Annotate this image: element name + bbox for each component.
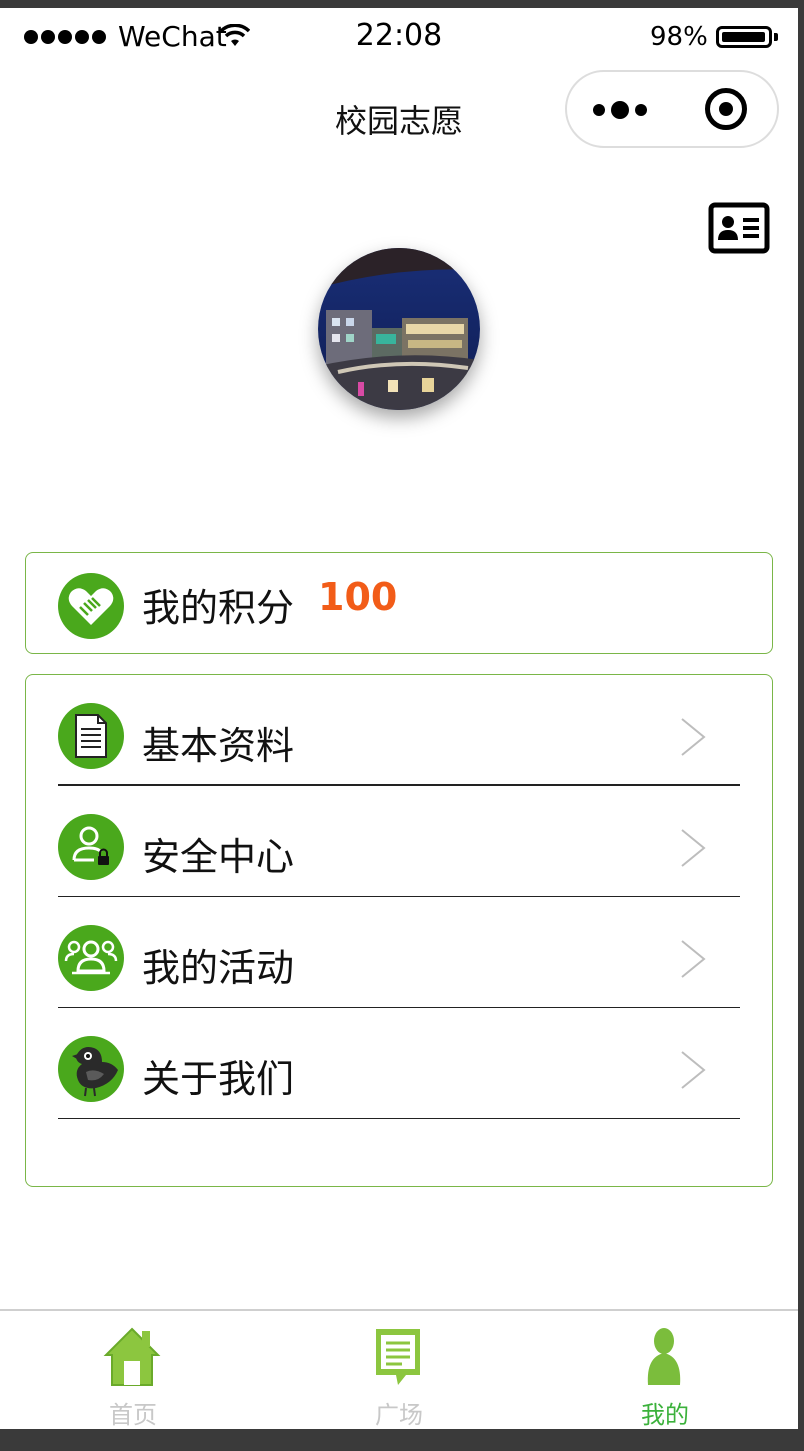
home-icon (103, 1327, 161, 1386)
tab-label: 我的 (641, 1401, 689, 1429)
close-mini-program-button[interactable] (705, 88, 747, 130)
document-icon (58, 703, 124, 769)
mini-program-capsule (565, 70, 779, 148)
points-label: 我的积分 (142, 586, 295, 630)
tab-home[interactable]: 首页 (0, 1311, 266, 1429)
window-frame-bottom (0, 1429, 804, 1451)
tab-bar: 首页 广场 我的 (0, 1309, 798, 1429)
user-lock-icon (58, 814, 124, 880)
menu-item-label: 基本资料 (142, 724, 295, 768)
points-value: 100 (318, 575, 398, 619)
tab-label: 广场 (375, 1401, 423, 1429)
avatar[interactable] (318, 248, 480, 410)
more-options-button[interactable] (593, 101, 647, 119)
tab-label: 首页 (109, 1401, 157, 1429)
message-board-icon (376, 1329, 420, 1385)
menu-item-profile[interactable]: 基本资料 (58, 675, 740, 786)
group-icon (58, 925, 124, 991)
divider (58, 1118, 740, 1119)
battery-icon (716, 26, 772, 48)
tab-mine[interactable]: 我的 (532, 1311, 798, 1429)
menu-item-security[interactable]: 安全中心 (58, 786, 740, 897)
battery-percent: 98% (650, 22, 708, 52)
points-card[interactable]: 我的积分 100 (25, 552, 773, 654)
chevron-right-icon (681, 940, 706, 978)
chevron-right-icon (681, 1051, 706, 1089)
window-frame-right (798, 0, 804, 1451)
menu-item-label: 关于我们 (142, 1057, 295, 1101)
menu-card: 基本资料 安全中心 我的活动 关于我们 (25, 674, 773, 1187)
person-icon (647, 1328, 681, 1385)
menu-item-label: 我的活动 (142, 946, 295, 990)
tab-plaza[interactable]: 广场 (266, 1311, 532, 1429)
menu-item-label: 安全中心 (142, 835, 295, 879)
menu-item-about[interactable]: 关于我们 (58, 1008, 740, 1119)
id-card-icon[interactable] (708, 202, 770, 254)
avatar-photo (318, 248, 480, 410)
bird-icon (58, 1036, 124, 1102)
handshake-icon (58, 573, 124, 639)
phone-screen: WeChat 22:08 98% 校园志愿 我的积分 100 基本资料 安全中心… (0, 8, 798, 1429)
menu-item-activities[interactable]: 我的活动 (58, 897, 740, 1008)
window-frame-top (0, 0, 804, 8)
battery-fill (722, 32, 765, 42)
chevron-right-icon (681, 829, 706, 867)
chevron-right-icon (681, 718, 706, 756)
battery-tip (774, 33, 778, 41)
status-bar: WeChat 22:08 98% (0, 8, 798, 64)
